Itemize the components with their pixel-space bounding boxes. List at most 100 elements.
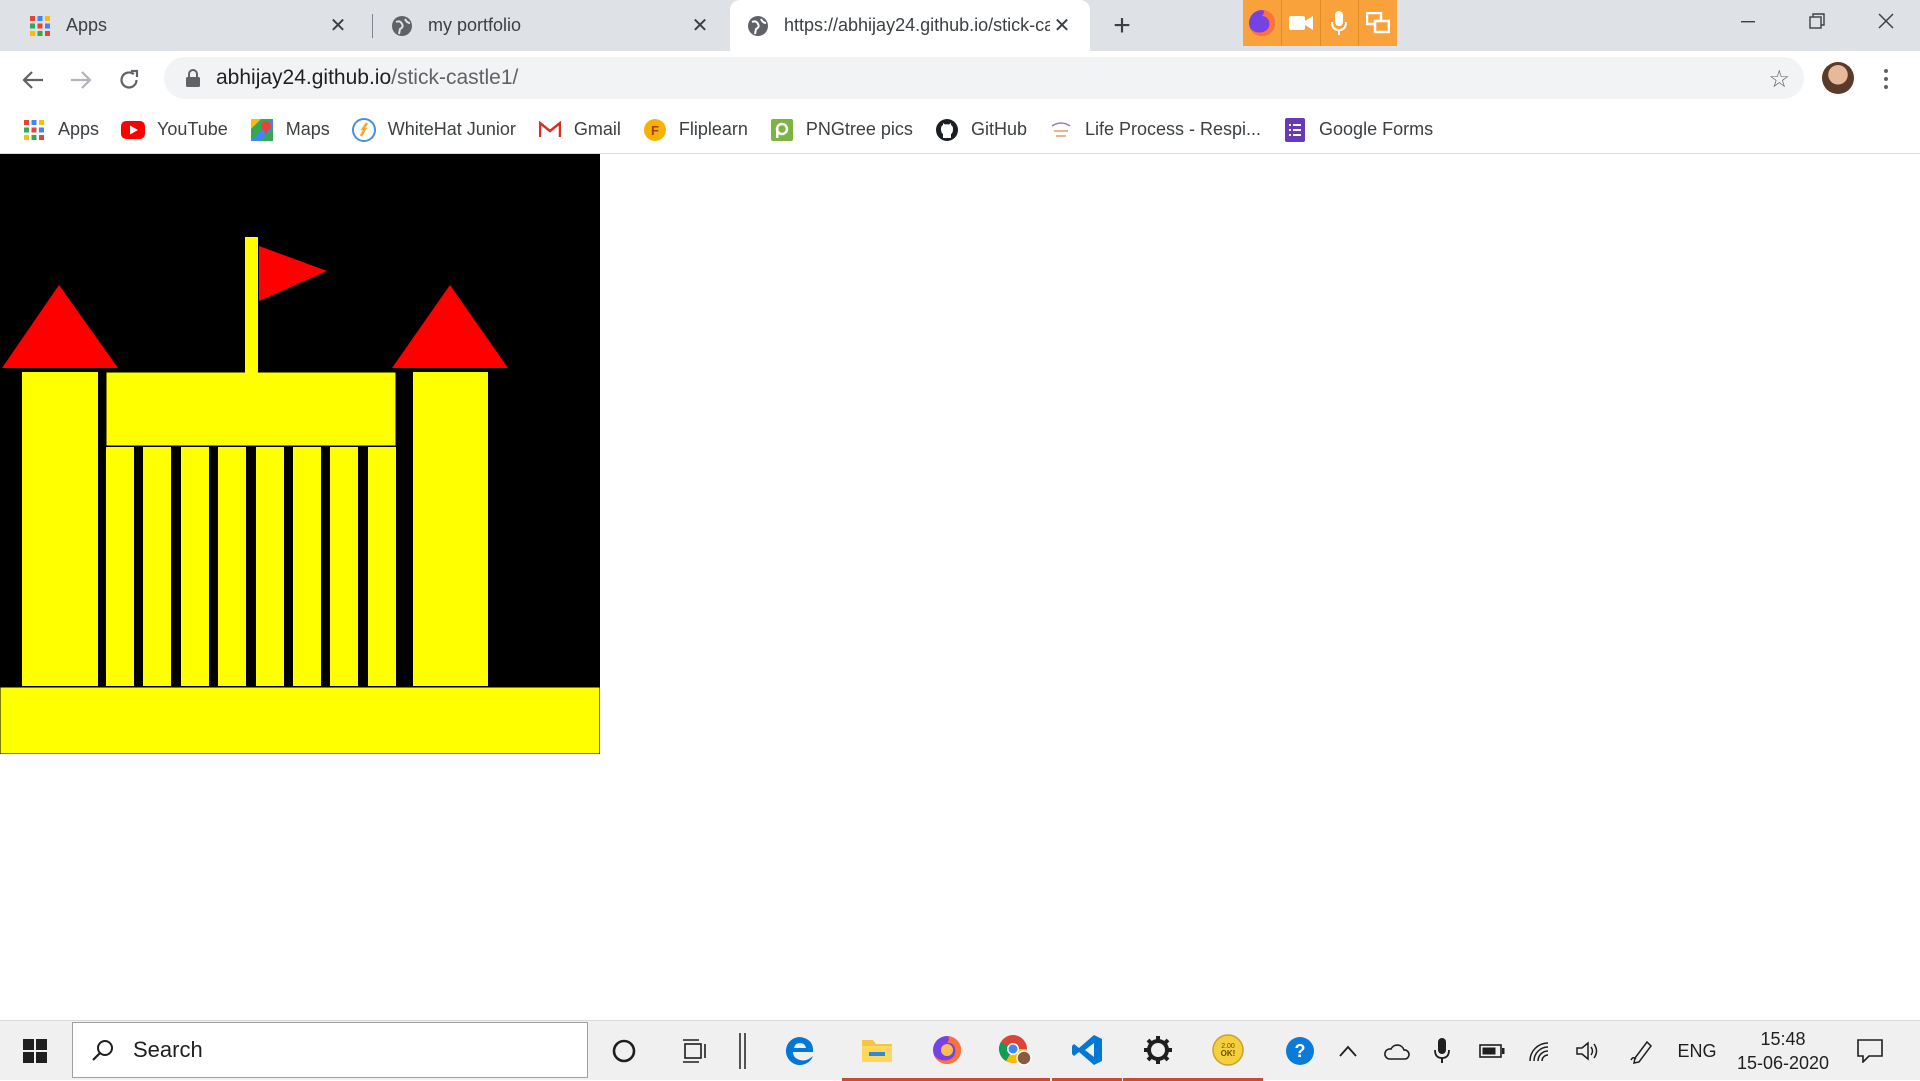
gate-bar	[143, 447, 171, 686]
close-tab-icon[interactable]: ✕	[326, 14, 350, 38]
bookmark-apps[interactable]: Apps	[22, 112, 99, 148]
close-tab-icon[interactable]: ✕	[688, 14, 712, 38]
screen-recorder-bar	[1243, 0, 1397, 46]
tab-apps[interactable]: Apps ✕	[12, 0, 366, 51]
bookmark-life-process[interactable]: Life Process - Respi...	[1048, 112, 1262, 148]
address-bar[interactable]: abhijay24.github.io/stick-castle1/ ☆	[164, 57, 1804, 99]
castle-drawing	[0, 237, 600, 754]
url-text[interactable]: abhijay24.github.io/stick-castle1/	[216, 66, 518, 90]
windows-logo-icon	[23, 1039, 47, 1063]
bookmark-whitehat-junior[interactable]: WhiteHat Junior	[351, 112, 516, 148]
left-tower	[22, 372, 98, 686]
onedrive-cloud-icon[interactable]	[1378, 1021, 1414, 1081]
show-hidden-icons-chevron-icon[interactable]	[1332, 1021, 1364, 1081]
bookmark-label: Google Forms	[1319, 119, 1434, 139]
start-button[interactable]	[0, 1021, 70, 1081]
svg-text:OK!: OK!	[1221, 1049, 1236, 1058]
tab-strip: Apps ✕ my portfolio ✕ https://abhijay24.…	[0, 0, 1920, 51]
right-tower	[413, 372, 488, 686]
lock-icon[interactable]	[178, 69, 208, 87]
youtube-icon	[121, 118, 146, 142]
new-tab-button[interactable]: +	[1105, 9, 1139, 43]
flag	[259, 246, 327, 301]
search-placeholder: Search	[133, 1037, 203, 1062]
search-icon	[73, 1038, 133, 1062]
tab-stick-castle[interactable]: https://abhijay24.github.io/stick-castle…	[730, 0, 1090, 51]
camera-icon[interactable]	[1282, 0, 1321, 46]
system-clock[interactable]: 15:48 15-06-2020	[1726, 1027, 1840, 1075]
svg-text:F: F	[651, 123, 659, 138]
gate-bar	[218, 447, 246, 686]
task-view-icon[interactable]	[660, 1021, 730, 1081]
tab-title: my portfolio	[428, 15, 522, 35]
apps-grid-icon	[28, 14, 52, 38]
tab-title: https://abhijay24.github.io/stick-castle…	[784, 15, 1050, 35]
tab-my-portfolio[interactable]: my portfolio ✕	[374, 0, 728, 51]
volume-icon[interactable]	[1570, 1021, 1606, 1081]
restore-button[interactable]	[1786, 0, 1848, 42]
bookmark-star-icon[interactable]: ☆	[1768, 65, 1790, 94]
castle-canvas[interactable]	[0, 154, 600, 754]
chrome-icon[interactable]	[980, 1021, 1050, 1081]
firefox-icon[interactable]	[912, 1021, 982, 1081]
close-tab-icon[interactable]: ✕	[1050, 14, 1074, 38]
bookmark-github[interactable]: GitHub	[935, 112, 1027, 148]
bookmark-maps[interactable]: Maps	[250, 112, 330, 148]
windows-taskbar: Search 2.00 OK! ? ENG 15:48 15-06-2020	[0, 1020, 1920, 1081]
reload-button[interactable]	[112, 63, 146, 97]
gate-bar	[256, 447, 284, 686]
apps-grid-icon	[22, 118, 46, 142]
bookmark-gmail[interactable]: Gmail	[538, 112, 621, 148]
taskbar-search-box[interactable]: Search	[72, 1022, 588, 1078]
castle-gate-bars	[106, 447, 396, 686]
back-button[interactable]	[16, 63, 50, 97]
battery-icon[interactable]	[1474, 1021, 1510, 1081]
bookmark-label: WhiteHat Junior	[387, 119, 516, 139]
wifi-icon[interactable]	[1522, 1021, 1558, 1081]
gmail-icon	[538, 118, 562, 142]
bookmark-label: Maps	[285, 119, 330, 139]
microphone-icon[interactable]	[1321, 0, 1360, 46]
browser-menu-icon[interactable]	[1874, 62, 1898, 96]
bookmark-label: Life Process - Respi...	[1084, 119, 1262, 139]
close-window-button[interactable]	[1855, 0, 1917, 42]
settings-icon[interactable]	[1123, 1021, 1193, 1081]
file-explorer-icon[interactable]	[842, 1021, 912, 1081]
firefox-icon[interactable]	[1243, 0, 1282, 46]
gate-bar	[330, 447, 358, 686]
right-tower-roof	[392, 285, 508, 368]
github-icon	[935, 118, 959, 142]
url-path: /stick-castle1/	[391, 66, 519, 89]
clock-time: 15:48	[1760, 1029, 1806, 1049]
profile-avatar[interactable]	[1822, 62, 1854, 94]
vscode-icon[interactable]	[1052, 1021, 1122, 1081]
maps-icon	[250, 118, 274, 142]
bookmark-youtube[interactable]: YouTube	[121, 112, 228, 148]
bookmark-label: Fliplearn	[678, 119, 748, 139]
language-indicator[interactable]: ENG	[1674, 1021, 1720, 1081]
screen-share-icon[interactable]	[1359, 0, 1397, 46]
help-icon[interactable]: ?	[1280, 1021, 1320, 1081]
gate-bar	[181, 447, 209, 686]
ground	[0, 686, 600, 754]
action-center-icon[interactable]	[1852, 1021, 1888, 1081]
globe-icon	[746, 14, 770, 38]
bookmark-label: Apps	[58, 119, 100, 139]
clock-date: 15-06-2020	[1736, 1053, 1830, 1073]
cortana-icon[interactable]	[589, 1021, 659, 1081]
tab-divider	[372, 14, 373, 38]
bookmark-label: Gmail	[573, 119, 621, 139]
pen-workspace-icon[interactable]	[725, 1021, 761, 1081]
forward-button[interactable]	[64, 63, 98, 97]
bookmark-google-forms[interactable]: Google Forms	[1283, 112, 1433, 148]
url-host: abhijay24.github.io	[216, 66, 392, 89]
microphone-icon[interactable]	[1426, 1021, 1458, 1081]
pen-ink-icon[interactable]	[1624, 1021, 1660, 1081]
browser-toolbar: abhijay24.github.io/stick-castle1/ ☆	[0, 51, 1920, 106]
bookmark-fliplearn[interactable]: F Fliplearn	[643, 112, 748, 148]
minimize-button[interactable]	[1717, 0, 1779, 42]
google-forms-icon	[1283, 117, 1307, 142]
game-icon[interactable]: 2.00 OK!	[1193, 1021, 1263, 1081]
edge-icon[interactable]	[765, 1021, 835, 1081]
bookmark-pngtree[interactable]: PNGtree pics	[770, 112, 913, 148]
